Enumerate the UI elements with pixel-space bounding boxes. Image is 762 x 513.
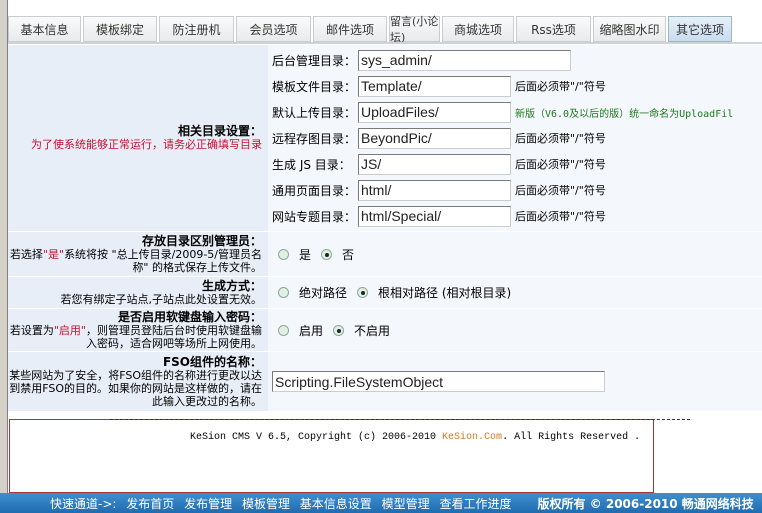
dirs-title: 相关目录设置： <box>177 124 262 138</box>
admin-dir-row: 存放目录区别管理员： 若选择"是"系统将按 "总上传目录/2009-5/管理员名称… <box>8 232 762 277</box>
html-dir-input[interactable] <box>358 179 511 201</box>
radio-enable[interactable] <box>278 324 289 336</box>
link-publish-home[interactable]: 发布首页 <box>126 497 174 511</box>
soft-keyboard-row: 是否启用软键盘输入密码： 若设置为"启用"，则管理员登陆后台时使用软键盘输入密码，… <box>8 309 762 352</box>
template-dir-input[interactable] <box>358 75 511 97</box>
admin-dir-desc: 若选择"是"系统将按 "总上传目录/2009-5/管理员名称" 的格式保存上传文… <box>8 248 262 274</box>
fso-name-input[interactable] <box>272 371 605 392</box>
softkb-title: 是否启用软键盘输入密码： <box>117 309 262 324</box>
tab-shop[interactable]: 商城选项 <box>442 16 514 42</box>
copyright-line: KeSion CMS V 6.5, Copyright (c) 2006-201… <box>190 432 640 443</box>
upload-dir-input[interactable] <box>358 101 511 123</box>
dirs-row: 相关目录设置：为了使系统能够正常运行，请务必正确填写目录 后台管理目录： 模板文… <box>8 45 762 232</box>
radio-label: 绝对路径 <box>299 286 348 300</box>
tab-other[interactable]: 其它选项 <box>668 16 732 42</box>
left-frame-border <box>0 0 8 493</box>
tab-mail[interactable]: 邮件选项 <box>313 16 387 42</box>
gen-desc: 若您有绑定子站点,子站点此处设置无效。 <box>60 292 263 306</box>
quick-label: 快速通道->: <box>50 496 117 511</box>
tab-member[interactable]: 会员选项 <box>236 16 311 42</box>
fso-desc: 某些网站为了安全，将FSO组件的名称进行更改以达到禁用FSO的目的。如果你的网站… <box>9 368 262 408</box>
field-html-dir: 通用页面目录： 后面必须带"/"符号 <box>272 177 762 203</box>
desc-highlight: "是" <box>42 247 65 261</box>
link-model-manage[interactable]: 模型管理 <box>382 497 430 511</box>
link-work-progress[interactable]: 查看工作进度 <box>439 497 511 511</box>
tab-thumbnail-watermark[interactable]: 缩略图水印 <box>593 16 666 42</box>
js-dir-input[interactable] <box>358 153 511 175</box>
field-admin-dir: 后台管理目录： <box>272 47 762 73</box>
field-hint: 新版（V6.0及以后的版）统一命名为UploadFil <box>515 108 734 120</box>
field-js-dir: 生成 JS 目录： 后面必须带"/"符号 <box>272 151 762 177</box>
radio-label: 是 <box>299 247 312 262</box>
brand-link[interactable]: KeSion.Com <box>442 432 502 443</box>
desc-highlight: "启用" <box>53 323 86 337</box>
link-template-manage[interactable]: 模板管理 <box>242 497 290 511</box>
remote-pic-dir-input[interactable] <box>358 127 511 149</box>
radio-no[interactable] <box>321 248 333 260</box>
field-label: 通用页面目录： <box>272 183 357 198</box>
quick-links: 快速通道->: 发布首页 发布管理 模板管理 基本信息设置 模型管理 查看工作进… <box>50 495 518 512</box>
field-hint: 后面必须带"/"符号 <box>515 132 606 145</box>
field-label: 模板文件目录： <box>272 79 357 94</box>
field-hint: 后面必须带"/"符号 <box>515 80 606 93</box>
softkb-desc: 若设置为"启用"，则管理员登陆后台时使用软键盘输入密码，适合网吧等场所上网使用。 <box>8 324 262 350</box>
desc-text: 若选择 <box>9 247 43 261</box>
tab-divider <box>8 42 762 44</box>
field-label: 后台管理目录： <box>272 53 357 68</box>
radio-label: 不启用 <box>354 323 391 338</box>
field-upload-dir: 默认上传目录： 新版（V6.0及以后的版）统一命名为UploadFil <box>272 99 762 125</box>
link-publish-manage[interactable]: 发布管理 <box>184 497 232 511</box>
field-label: 网站专题目录： <box>272 209 357 224</box>
radio-yes[interactable] <box>278 248 289 260</box>
tab-guestbook[interactable]: 留言(小论坛) <box>389 15 440 44</box>
special-dir-input[interactable] <box>358 205 511 227</box>
radio-absolute-path[interactable] <box>278 287 289 298</box>
copyright-text: KeSion CMS V 6.5, Copyright (c) 2006-201… <box>190 432 443 443</box>
field-hint: 后面必须带"/"符号 <box>515 158 606 171</box>
link-basic-settings[interactable]: 基本信息设置 <box>300 497 372 511</box>
gen-title: 生成方式： <box>201 278 262 293</box>
settings-table: 相关目录设置：为了使系统能够正常运行，请务必正确填写目录 后台管理目录： 模板文… <box>8 45 762 412</box>
radio-label: 根相对路径 (相对根目录) <box>378 286 512 300</box>
radio-label: 启用 <box>299 323 324 338</box>
field-special-dir: 网站专题目录： 后面必须带"/"符号 <box>272 203 762 229</box>
radio-label: 否 <box>342 247 355 262</box>
bottom-copyright: 版权所有 © 2006-2010 畅通网络科技 <box>537 496 754 511</box>
field-label: 默认上传目录： <box>272 105 357 120</box>
desc-text: 若设置为 <box>9 323 54 337</box>
dirs-note: 为了使系统能够正常运行，请务必正确填写目录 <box>31 138 262 151</box>
footer-box: KeSion CMS V 6.5, Copyright (c) 2006-201… <box>9 419 690 493</box>
desc-text: 系统将按 "总上传目录/2009-5/管理员名称" 的格式保存上传文件。 <box>64 247 262 274</box>
field-hint: 后面必须带"/"符号 <box>515 184 606 197</box>
bottom-bar: 快速通道->: 发布首页 发布管理 模板管理 基本信息设置 模型管理 查看工作进… <box>0 493 762 513</box>
admin-dir-input[interactable] <box>358 49 571 71</box>
radio-disable[interactable] <box>333 324 345 336</box>
admin-dir-title: 存放目录区别管理员： <box>141 233 262 248</box>
fso-title: FSO组件的名称： <box>162 354 262 369</box>
tab-template-binding[interactable]: 模板绑定 <box>83 16 157 42</box>
radio-root-relative-path[interactable] <box>357 287 369 298</box>
tab-anti-bot[interactable]: 防注册机 <box>159 16 234 42</box>
copyright-text: . All Rights Reserved . <box>502 432 641 443</box>
field-label: 远程存图目录： <box>272 131 357 146</box>
desc-text: ，则管理员登陆后台时使用软键盘输入密码，适合网吧等场所上网使用。 <box>86 323 262 350</box>
fso-row: FSO组件的名称： 某些网站为了安全，将FSO组件的名称进行更改以达到禁用FSO的… <box>8 352 762 412</box>
field-label: 生成 JS 目录： <box>272 157 351 172</box>
field-template-dir: 模板文件目录： 后面必须带"/"符号 <box>272 73 762 99</box>
footer-divider <box>110 419 690 420</box>
tab-bar: 基本信息 模板绑定 防注册机 会员选项 邮件选项 留言(小论坛) 商城选项 Rs… <box>8 15 732 44</box>
field-remote-pic-dir: 远程存图目录： 后面必须带"/"符号 <box>272 125 762 151</box>
tab-rss[interactable]: Rss选项 <box>516 16 591 42</box>
gen-mode-row: 生成方式： 若您有绑定子站点,子站点此处设置无效。 绝对路径 根相对路径 (相对根… <box>8 277 762 309</box>
tab-basic-info[interactable]: 基本信息 <box>8 16 81 42</box>
field-hint: 后面必须带"/"符号 <box>515 210 606 223</box>
